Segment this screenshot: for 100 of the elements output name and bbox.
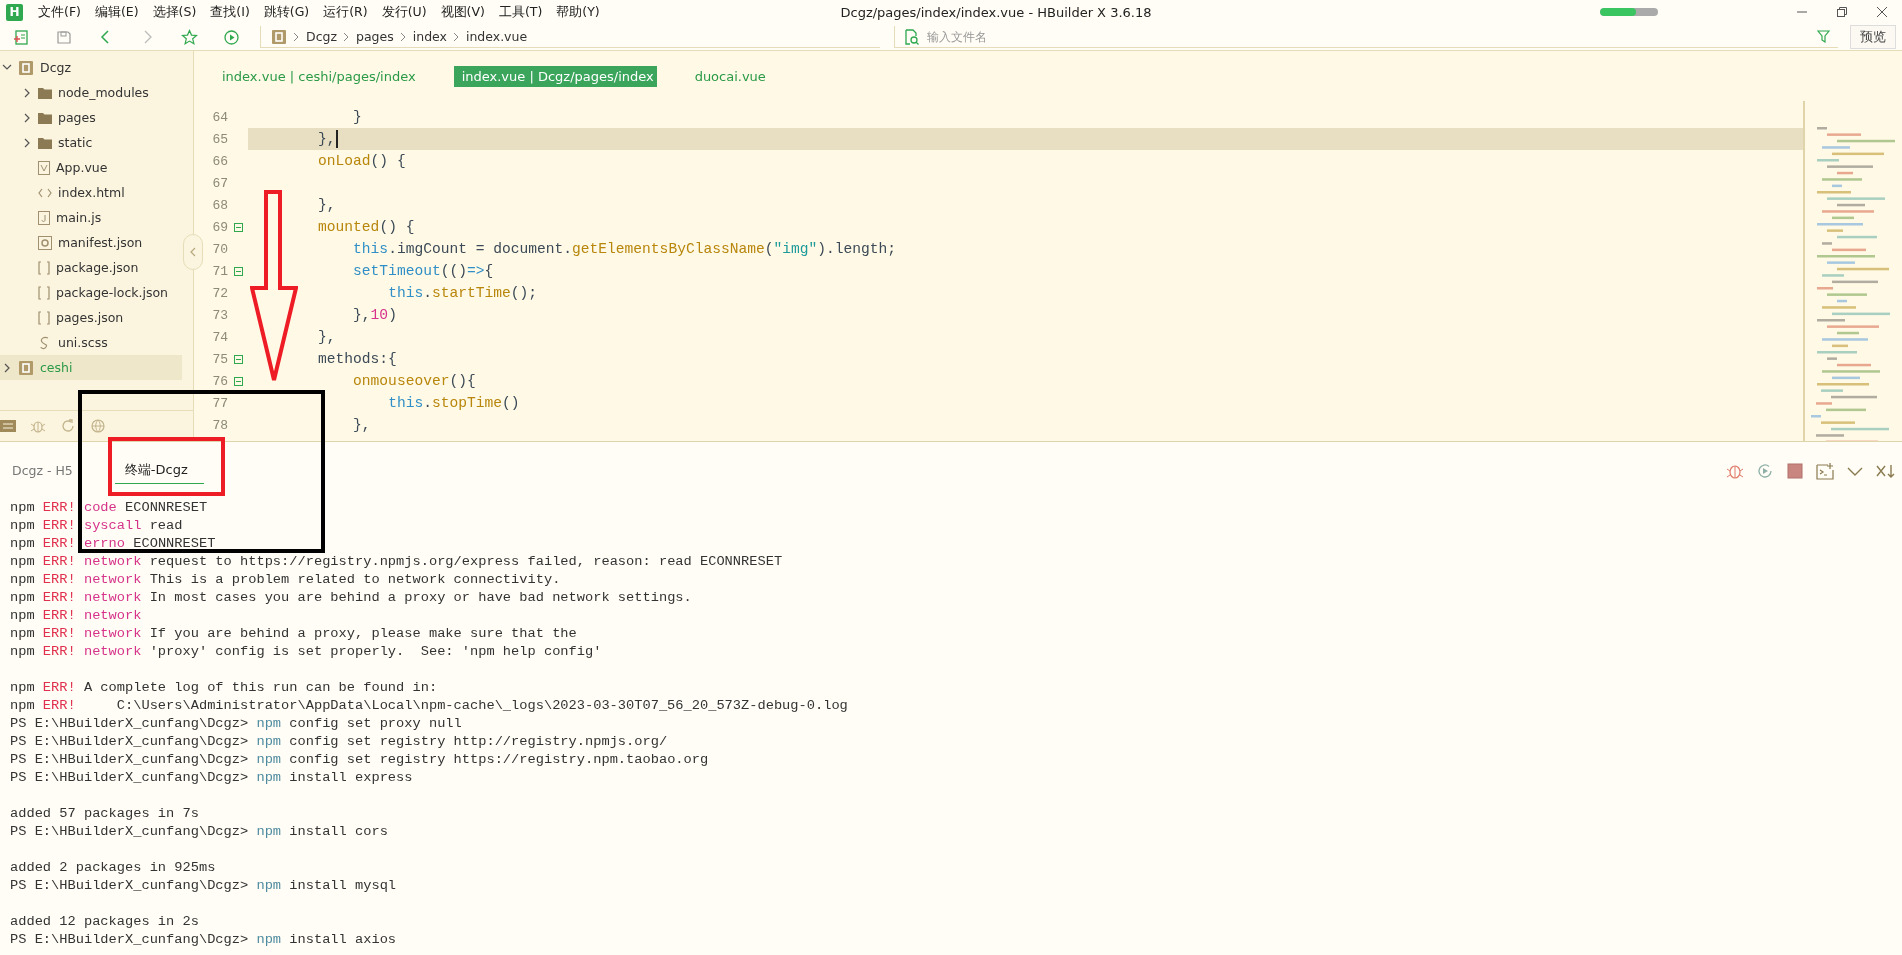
code-line: },10) [353,307,397,323]
project-icon [18,359,34,376]
tree-item[interactable]: manifest.json [58,235,143,250]
terminal-line: PS E:\HBuilderX_cunfang\Dcgz> npm install cors [10,824,388,839]
vue-file-icon [38,160,50,175]
code-line: }, [353,417,371,433]
fold-icon[interactable] [233,222,243,232]
tree-item[interactable]: package.json [56,260,139,275]
stop-icon[interactable] [1786,461,1804,480]
chevron-right-icon [452,31,460,42]
code-line: } [353,109,362,125]
restore-icon[interactable] [1836,6,1848,18]
menu-item[interactable]: 视图(V) [440,3,485,21]
code-line: }, [318,329,336,345]
fold-icon[interactable] [233,266,243,276]
menu-item[interactable]: 帮助(Y) [556,3,600,21]
file-list-icon[interactable] [0,419,16,433]
tree-item[interactable]: index.html [58,185,125,200]
terminal-line: PS E:\HBuilderX_cunfang\Dcgz> npm config set registry https://registry.npm.taobao.org [10,752,709,767]
brackets-icon [38,285,50,300]
terminal-line: PS E:\HBuilderX_cunfang\Dcgz> npm config set proxy null [10,716,462,731]
menu-item[interactable]: 运行(R) [323,3,368,21]
collapse-handle[interactable] [183,234,203,270]
filter-icon [1817,30,1830,43]
restart-icon[interactable] [1756,461,1774,480]
tree-item[interactable]: static [58,135,93,150]
app-logo: H [6,3,23,21]
code-line: setTimeout(()=>{ [353,263,494,279]
breadcrumb-item[interactable]: pages [356,29,394,44]
menu-item[interactable]: 查找(I) [210,3,250,21]
save-icon[interactable] [54,28,72,46]
line-number: 76 [211,373,228,389]
preview-button[interactable]: 预览 [1850,25,1896,49]
terminal-line: npm ERR! errno ECONNRESET [10,536,216,551]
breadcrumb-item[interactable]: index.vue [465,29,528,44]
code-line: this.startTime(); [388,285,538,301]
terminal-line: PS E:\HBuilderX_cunfang\Dcgz> npm config set registry http://registry.npmjs.org/ [10,734,668,749]
new-terminal-icon[interactable] [1816,461,1834,480]
line-number: 69 [211,219,228,235]
chevron-left-icon [190,247,196,257]
project-icon [271,28,287,45]
code-line: this.imgCount = document.getElementsByClassName("img").length; [353,241,897,257]
window-title: Dcgz/pages/index/index.vue - HBuilder X 3.6.18 [839,4,1152,20]
line-number: 71 [211,263,228,279]
terminal-line: npm ERR! C:\Users\Administrator\AppData\Local\npm-cache\_logs\2023-03-30T07_56_20_573Z-debug-0.log [10,698,848,713]
folder-icon [38,136,52,149]
js-file-icon [38,210,50,225]
folder-icon [38,86,52,99]
terminal-line: PS E:\HBuilderX_cunfang\Dcgz> npm install mysql [10,878,397,893]
file-search-icon [903,28,919,45]
tree-item[interactable]: pages.json [56,310,124,325]
fold-icon[interactable] [233,354,243,364]
bug-icon[interactable] [30,418,46,434]
tree-item[interactable]: package-lock.json [56,285,169,300]
terminal-line: npm ERR! A complete log of this run can be found in: [10,680,438,695]
code-line: }, [318,131,336,147]
tree-item[interactable]: main.js [56,210,102,225]
brackets-icon [38,310,50,325]
line-number: 67 [211,175,228,191]
menu-item[interactable]: 文件(F) [38,3,81,21]
globe-icon[interactable] [90,418,106,434]
code-line: mounted() { [318,219,415,235]
editor-tab[interactable]: index.vue | ceshi/pages/index [214,65,424,87]
code-line: onLoad() { [318,153,406,169]
tree-item[interactable]: uni.scss [58,335,108,350]
breadcrumb-item[interactable]: Dcgz [306,29,337,44]
menu-item[interactable]: 编辑(E) [94,3,139,21]
star-icon[interactable] [180,28,198,46]
terminal-line: PS E:\HBuilderX_cunfang\Dcgz> npm install axios [10,932,397,947]
menu-item[interactable]: 发行(U) [381,3,427,21]
terminal-line: added 57 packages in 7s [10,806,199,821]
tree-item[interactable]: node_modules [58,85,149,100]
terminal-line: npm ERR! syscall read [10,518,183,533]
close-icon[interactable] [1876,6,1888,18]
editor-tab[interactable]: duocai.vue [686,65,774,87]
line-number: 78 [211,417,228,433]
breadcrumb-item[interactable]: index [412,29,447,44]
terminal-line: npm ERR! network This is a problem related to network connectivity. [10,572,561,587]
tree-item[interactable]: App.vue [56,160,108,175]
menu-item[interactable]: 选择(S) [152,3,197,21]
line-number: 74 [211,329,228,345]
line-number: 75 [211,351,228,367]
refresh-icon[interactable] [60,418,76,434]
terminal-line: added 12 packages in 2s [10,914,199,929]
tree-item[interactable]: pages [58,110,96,125]
menu-item[interactable]: 工具(T) [498,3,543,21]
panel-tab[interactable]: Dcgz - H5 [12,459,73,482]
terminal-line: added 2 packages in 925ms [10,860,216,875]
run-icon[interactable] [222,28,240,46]
menu-item[interactable]: 跳转(G) [263,3,310,21]
terminal-line: npm ERR! network 'proxy' config is set properly. See: 'npm help config' [10,644,602,659]
tree-item[interactable]: Dcgz [40,60,71,75]
new-file-icon[interactable] [12,28,30,46]
line-number: 65 [211,131,228,147]
terminal-line: PS E:\HBuilderX_cunfang\Dcgz> npm install express [10,770,413,785]
terminal-line: npm ERR! code ECONNRESET [10,500,208,515]
fold-icon[interactable] [233,376,243,386]
code-line: onmouseover(){ [353,373,476,389]
file-search-field[interactable]: 输入文件名 [927,29,1809,44]
chevron-right-icon [399,31,407,42]
